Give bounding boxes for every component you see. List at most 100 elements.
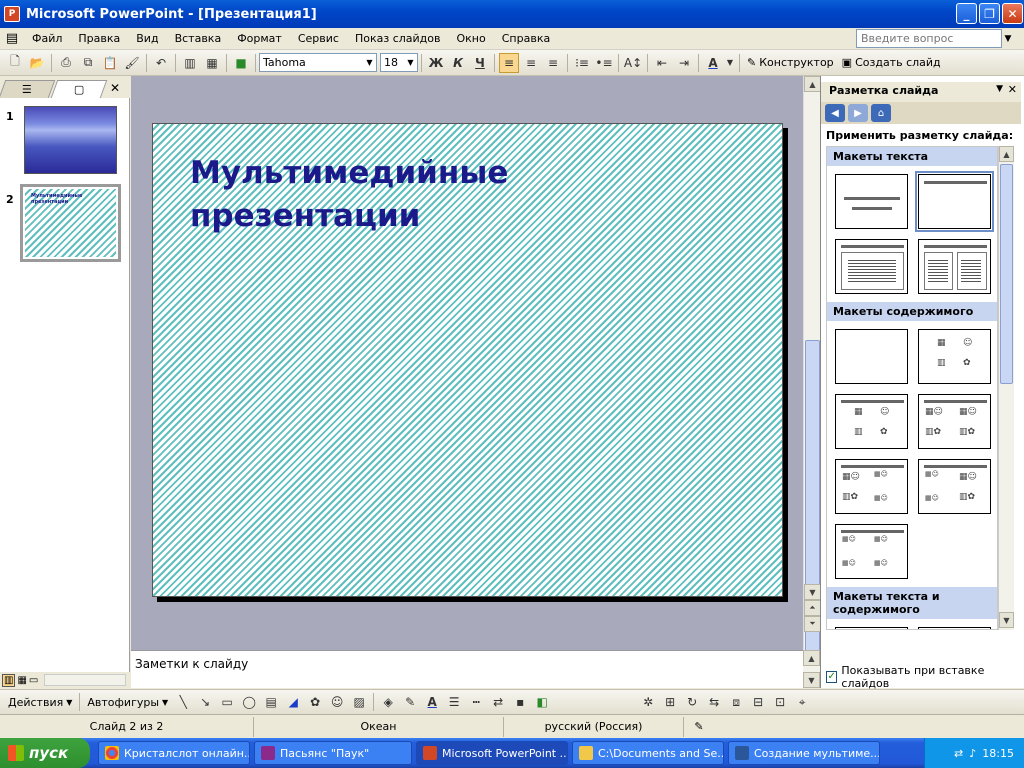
- new-file-icon[interactable]: 🗋: [5, 53, 25, 73]
- order-icon[interactable]: ⊡: [770, 692, 790, 712]
- menu-file[interactable]: Файл: [24, 32, 70, 45]
- help-search-input[interactable]: Введите вопрос: [856, 29, 1002, 48]
- clock[interactable]: 18:15: [982, 747, 1014, 760]
- home-icon[interactable]: ⌂: [871, 104, 891, 122]
- paste-icon[interactable]: 📋: [100, 53, 120, 73]
- tab-slides[interactable]: ▢: [50, 80, 108, 98]
- numbered-list-icon[interactable]: ⁝≡: [572, 53, 592, 73]
- horizontal-scrollbar[interactable]: [44, 674, 126, 686]
- layout-two-columns[interactable]: [918, 239, 991, 294]
- menu-view[interactable]: Вид: [128, 32, 166, 45]
- powerpoint-app-icon[interactable]: P: [4, 6, 20, 22]
- textbox-icon[interactable]: ▤: [261, 692, 281, 712]
- task-browser[interactable]: Кристалслот онлайн...: [98, 741, 250, 765]
- slide-sorter-icon[interactable]: ▦: [17, 675, 26, 686]
- font-name-select[interactable]: Tahoma ▼: [259, 53, 377, 72]
- align-icon[interactable]: ⊟: [748, 692, 768, 712]
- picture-icon[interactable]: ▨: [349, 692, 369, 712]
- task-powerpoint[interactable]: Microsoft PowerPoint ...: [416, 741, 568, 765]
- align-right-icon[interactable]: ≡: [543, 53, 563, 73]
- slide-thumbnail-1[interactable]: [24, 106, 117, 174]
- autoshapes-menu[interactable]: Автофигуры ▼: [83, 696, 172, 709]
- group-icon[interactable]: ⧈: [726, 692, 746, 712]
- designer-button[interactable]: ✎ Конструктор: [743, 56, 838, 69]
- line-color-icon[interactable]: ✎: [400, 692, 420, 712]
- slide-thumbnail-2[interactable]: Мультимедийные презентации: [20, 184, 121, 262]
- align-center-icon[interactable]: ≡: [521, 53, 541, 73]
- layout-title-content-text[interactable]: [918, 627, 991, 629]
- copy-icon[interactable]: ⧉: [78, 53, 98, 73]
- table-icon[interactable]: ▦: [202, 53, 222, 73]
- line-style-icon[interactable]: ☰: [444, 692, 464, 712]
- menu-help[interactable]: Справка: [494, 32, 558, 45]
- print-icon[interactable]: ⎙: [56, 53, 76, 73]
- chart-icon[interactable]: ▥: [180, 53, 200, 73]
- undo-icon[interactable]: ↶: [151, 53, 171, 73]
- font-color-icon[interactable]: A: [703, 53, 723, 73]
- scroll-up-icon[interactable]: ▲: [803, 650, 820, 666]
- transition-icon[interactable]: ⇆: [704, 692, 724, 712]
- italic-button[interactable]: К: [448, 53, 468, 73]
- scroll-up-icon[interactable]: ▲: [804, 76, 821, 92]
- close-icon[interactable]: ✕: [1008, 83, 1017, 96]
- task-pane-scrollbar[interactable]: ▲ ▼: [998, 146, 1014, 630]
- volume-icon[interactable]: ♪: [969, 747, 976, 760]
- color-grayscale-icon[interactable]: ■: [231, 53, 251, 73]
- animation-icon[interactable]: ✲: [638, 692, 658, 712]
- chevron-down-icon[interactable]: ▼: [996, 84, 1003, 94]
- dash-style-icon[interactable]: ┅: [466, 692, 486, 712]
- bold-button[interactable]: Ж: [426, 53, 446, 73]
- arrow-style-icon[interactable]: ⇄: [488, 692, 508, 712]
- previous-slide-icon[interactable]: ⏶: [804, 600, 821, 616]
- 3d-icon[interactable]: ◧: [532, 692, 552, 712]
- edit-points-icon[interactable]: ⌖: [792, 692, 812, 712]
- font-color-icon[interactable]: A: [422, 692, 442, 712]
- chevron-down-icon[interactable]: ▼: [363, 54, 376, 71]
- maximize-button[interactable]: ❐: [979, 3, 1000, 24]
- layout-title-two-content[interactable]: ▦☺ ▦☺ ▥✿ ▥✿: [918, 394, 991, 449]
- font-size-increase-icon[interactable]: A↕: [623, 53, 643, 73]
- notes-field[interactable]: Заметки к слайду: [131, 650, 803, 688]
- layout-blank[interactable]: [835, 329, 908, 384]
- slideshow-icon[interactable]: ▭: [29, 675, 38, 686]
- scroll-down-icon[interactable]: ▼: [999, 612, 1014, 628]
- shadow-icon[interactable]: ▪: [510, 692, 530, 712]
- diagram-icon[interactable]: ✿: [305, 692, 325, 712]
- underline-button[interactable]: Ч: [470, 53, 490, 73]
- task-explorer[interactable]: C:\Documents and Se...: [572, 741, 724, 765]
- scroll-down-icon[interactable]: ▼: [803, 672, 820, 688]
- wordart-icon[interactable]: ◢: [283, 692, 303, 712]
- scroll-up-icon[interactable]: ▲: [999, 146, 1014, 162]
- layout-title-only[interactable]: [915, 171, 994, 232]
- slide-title[interactable]: Мультимедийные презентации: [190, 152, 590, 238]
- layout-title-text[interactable]: [835, 239, 908, 294]
- menu-format[interactable]: Формат: [229, 32, 290, 45]
- arrow-icon[interactable]: ↘: [195, 692, 215, 712]
- show-on-insert-checkbox[interactable]: ✓ Показывать при вставке слайдов: [826, 664, 1024, 690]
- close-button[interactable]: ✕: [1002, 3, 1023, 24]
- font-size-select[interactable]: 18 ▼: [380, 53, 418, 72]
- document-icon[interactable]: ▤: [0, 31, 24, 46]
- fill-color-icon[interactable]: ◈: [378, 692, 398, 712]
- spellcheck-icon[interactable]: ✎: [684, 717, 714, 737]
- clipart-icon[interactable]: ☺: [327, 692, 347, 712]
- new-slide-button[interactable]: ▣ Создать слайд: [838, 56, 945, 69]
- scroll-down-icon[interactable]: ▼: [804, 584, 821, 600]
- chevron-down-icon[interactable]: ▼: [1002, 29, 1014, 48]
- tab-outline[interactable]: ☰: [0, 80, 56, 98]
- layout-title-2-content-content[interactable]: ▦☺ ▦☺ ▦☺ ▥✿: [918, 459, 991, 514]
- rotate-icon[interactable]: ↻: [682, 692, 702, 712]
- format-painter-icon[interactable]: 🖌: [122, 53, 142, 73]
- menu-insert[interactable]: Вставка: [167, 32, 230, 45]
- back-icon[interactable]: ◀: [825, 104, 845, 122]
- layout-title-text-content[interactable]: [835, 627, 908, 629]
- layout-content[interactable]: ▦ ☺ ▥ ✿: [918, 329, 991, 384]
- chevron-down-icon[interactable]: ▼: [404, 54, 417, 71]
- menu-window[interactable]: Окно: [449, 32, 494, 45]
- bulleted-list-icon[interactable]: •≡: [594, 53, 614, 73]
- layout-title-slide[interactable]: [835, 174, 908, 229]
- increase-indent-icon[interactable]: ⇥: [674, 53, 694, 73]
- oval-icon[interactable]: ◯: [239, 692, 259, 712]
- menu-slideshow[interactable]: Показ слайдов: [347, 32, 449, 45]
- menu-tools[interactable]: Сервис: [290, 32, 347, 45]
